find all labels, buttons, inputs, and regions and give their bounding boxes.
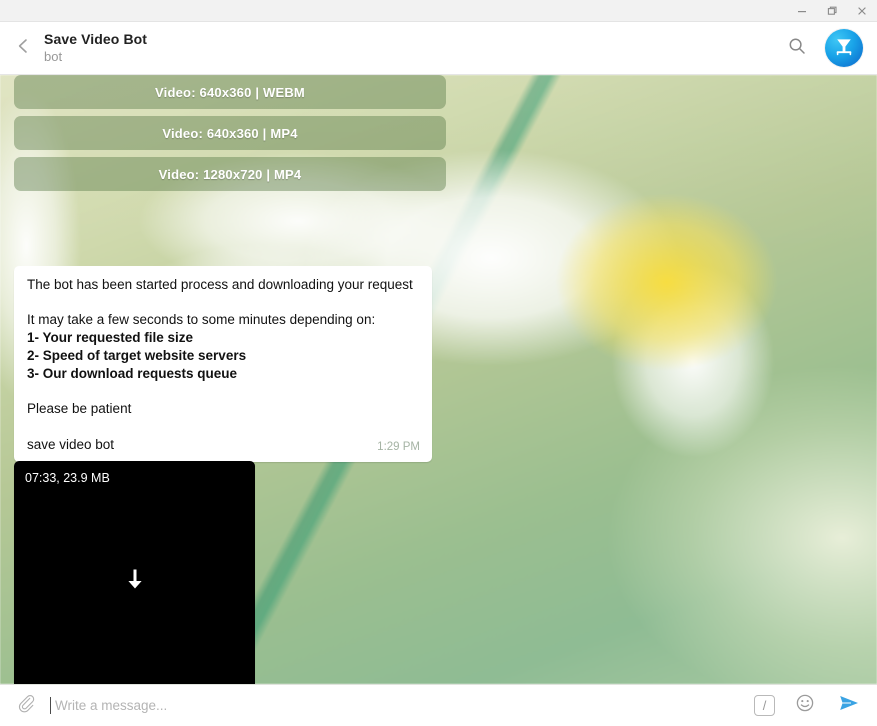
message-line-depends: It may take a few seconds to some minute… [27, 312, 376, 327]
inline-keyboard: Video: 640x360 | WEBM Video: 640x360 | M… [14, 75, 446, 198]
message-timestamp: 1:29 PM [377, 441, 420, 453]
slash-icon: / [762, 698, 767, 713]
video-info-label: 07:33, 23.9 MB [25, 471, 110, 485]
chat-scroll-area[interactable]: Video: 640x360 | WEBM Video: 640x360 | M… [0, 75, 877, 684]
download-arrow-icon [832, 34, 856, 63]
message-line-item-1: 1- Your requested file size [27, 330, 194, 345]
telegram-window: Save Video Bot bot Video: 640x360 | WEBM… [0, 0, 877, 726]
message-input[interactable]: Write a message... [42, 690, 754, 722]
chevron-left-icon [14, 37, 32, 60]
back-button[interactable] [6, 28, 40, 68]
message-line-patience: Please be patient [27, 401, 132, 416]
message-list: Video: 640x360 | WEBM Video: 640x360 | M… [0, 75, 877, 684]
message-composer: Write a message... / [0, 684, 877, 726]
message-line-intro: The bot has been started process and dow… [27, 277, 413, 292]
page-title: Save Video Bot [44, 31, 148, 48]
message-bubble-status[interactable]: The bot has been started process and dow… [14, 266, 432, 462]
search-icon [787, 36, 807, 61]
close-button[interactable] [847, 0, 877, 22]
chat-header: Save Video Bot bot [0, 22, 877, 75]
keyboard-button-mp4-1280[interactable]: Video: 1280x720 | MP4 [14, 157, 446, 191]
chat-header-text[interactable]: Save Video Bot bot [40, 31, 777, 64]
message-bubble-video[interactable]: 07:33, 23.9 MB Like A Boss - Drivers Com… [14, 461, 255, 684]
message-line-item-2: 2- Speed of target website servers [27, 348, 247, 363]
text-cursor [50, 697, 51, 714]
send-paper-plane-icon [837, 691, 861, 720]
video-thumbnail[interactable]: 07:33, 23.9 MB [14, 461, 255, 684]
keyboard-button-mp4-640[interactable]: Video: 640x360 | MP4 [14, 116, 446, 150]
paperclip-icon [15, 692, 37, 719]
message-footer: save video bot 1:29 PM [27, 436, 420, 454]
message-signature: save video bot [27, 437, 115, 452]
chat-subtitle: bot [44, 48, 63, 64]
send-button[interactable] [835, 692, 863, 720]
message-line-item-3: 3- Our download requests queue [27, 366, 238, 381]
download-icon[interactable] [124, 566, 146, 597]
keyboard-button-webm-640[interactable]: Video: 640x360 | WEBM [14, 75, 446, 109]
search-button[interactable] [777, 28, 817, 68]
minimize-button[interactable] [787, 0, 817, 22]
emoji-button[interactable] [793, 694, 817, 718]
avatar[interactable] [825, 29, 863, 67]
smiley-icon [795, 693, 815, 718]
commands-button[interactable]: / [754, 695, 775, 716]
maximize-restore-button[interactable] [817, 0, 847, 22]
message-input-placeholder: Write a message... [55, 698, 168, 713]
window-titlebar [0, 0, 877, 22]
attach-button[interactable] [10, 690, 42, 722]
